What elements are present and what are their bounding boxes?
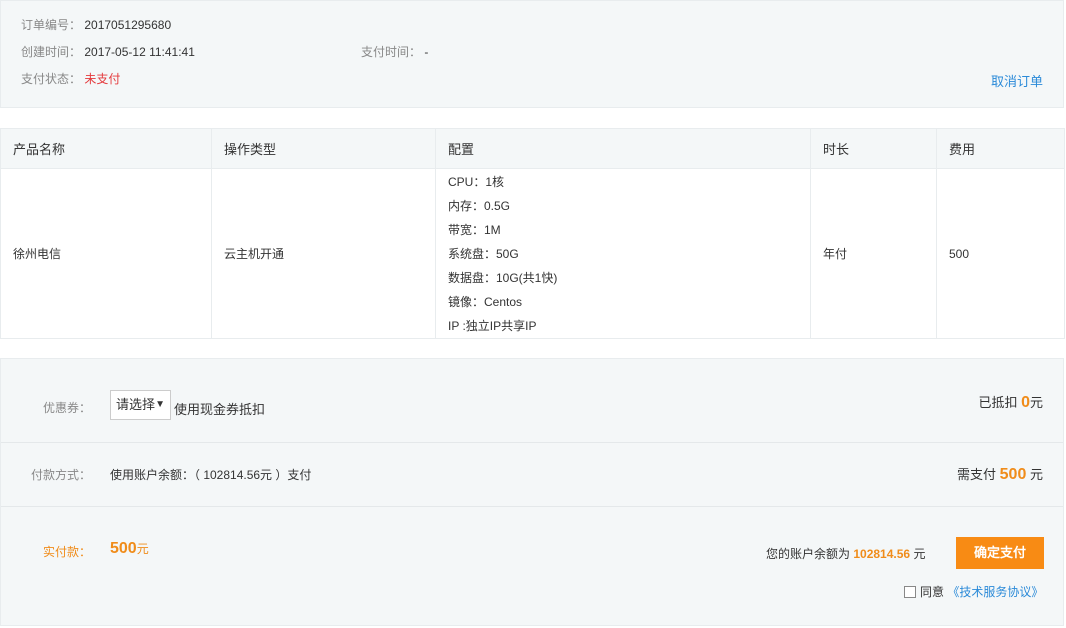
config-bandwidth: 带宽：1M — [448, 222, 501, 237]
col-header-operation: 操作类型 — [211, 128, 436, 169]
cell-operation: 云主机开通 — [211, 168, 436, 339]
payment-status-badge: 未支付 — [84, 72, 121, 86]
agree-label: 同意 — [920, 585, 945, 599]
col-header-product: 产品名称 — [0, 128, 212, 169]
cell-duration: 年付 — [810, 168, 937, 339]
deducted-value: 0 — [1021, 394, 1030, 411]
payment-method-text: 使用账户余额：（ 102814.56元 ）支付 — [110, 468, 312, 482]
coupon-select[interactable]: 请选择 ▼ — [110, 390, 171, 420]
cell-config: CPU：1核 内存：0.5G 带宽：1M 系统盘：50G 数据盘：10G(共1快… — [435, 168, 811, 339]
coupon-row: 优惠券： 请选择 ▼ 使用现金券抵扣 已抵扣 0元 — [1, 359, 1063, 443]
balance-label: 您的账户余额为 — [766, 547, 851, 561]
deducted-label: 已抵扣 — [978, 395, 1018, 410]
cell-product: 徐州电信 — [0, 168, 212, 339]
payment-status-row: 支付状态： 未支付 — [21, 71, 120, 87]
order-info-panel: 订单编号： 2017051295680 创建时间： 2017-05-12 11:… — [0, 0, 1064, 108]
order-number-label: 订单编号： — [21, 18, 82, 32]
cancel-order-link[interactable]: 取消订单 — [991, 71, 1043, 90]
actual-pay-unit: 元 — [136, 542, 149, 556]
actual-pay-row: 实付款： 500元 您的账户余额为 102814.56 元 确定支付 同意 《技… — [1, 507, 1063, 625]
account-balance: 您的账户余额为 102814.56 元 — [766, 545, 925, 562]
actual-pay-label: 实付款： — [43, 545, 92, 559]
col-header-config: 配置 — [435, 128, 811, 169]
created-time-value: 2017-05-12 11:41:41 — [84, 45, 195, 59]
created-time-label: 创建时间： — [21, 45, 82, 59]
need-pay-label: 需支付 — [957, 467, 997, 482]
order-number-row: 订单编号： 2017051295680 — [21, 17, 171, 33]
need-pay-amount: 需支付 500 元 — [957, 464, 1043, 484]
config-image: 镜像：Centos — [448, 294, 523, 309]
payment-method-row: 付款方式： 使用账户余额：（ 102814.56元 ）支付 需支付 500 元 — [1, 443, 1063, 507]
config-ip: IP :独立IP共享IP — [448, 318, 537, 333]
product-table: 产品名称 操作类型 配置 时长 费用 徐州电信 云主机开通 CPU：1核 内存：… — [0, 128, 1065, 339]
col-header-duration: 时长 — [810, 128, 937, 169]
config-data-disk: 数据盘：10G(共1快) — [448, 270, 558, 285]
table-row: 徐州电信 云主机开通 CPU：1核 内存：0.5G 带宽：1M 系统盘：50G … — [0, 168, 1065, 339]
caret-down-icon: ▼ — [155, 399, 165, 410]
created-time-row: 创建时间： 2017-05-12 11:41:41 — [21, 44, 195, 60]
need-pay-unit: 元 — [1029, 467, 1043, 482]
agree-checkbox[interactable] — [904, 586, 916, 598]
coupon-select-value: 请选择 — [116, 397, 156, 412]
actual-pay-amount: 500元 — [110, 540, 149, 558]
config-system-disk: 系统盘：50G — [448, 246, 519, 261]
deducted-unit: 元 — [1029, 395, 1043, 410]
coupon-label: 优惠券： — [43, 401, 92, 415]
actual-pay-value: 500 — [110, 540, 137, 557]
paid-time-value: - — [424, 45, 429, 59]
agreement-row: 同意 《技术服务协议》 — [904, 583, 1043, 600]
paid-time-label: 支付时间： — [361, 45, 422, 59]
balance-value: 102814.56 — [853, 547, 911, 561]
deducted-amount: 已抵扣 0元 — [978, 392, 1043, 412]
coupon-hint: 使用现金券抵扣 — [174, 402, 266, 417]
col-header-fee: 费用 — [936, 128, 1065, 169]
config-memory: 内存：0.5G — [448, 198, 511, 213]
balance-unit: 元 — [913, 547, 926, 561]
order-number-value: 2017051295680 — [84, 18, 172, 32]
config-cpu: CPU：1核 — [448, 174, 505, 189]
confirm-pay-button[interactable]: 确定支付 — [956, 537, 1044, 569]
payment-panel: 优惠券： 请选择 ▼ 使用现金券抵扣 已抵扣 0元 付款方式： 使用账户余额：（… — [0, 358, 1064, 626]
need-pay-value: 500 — [999, 466, 1027, 483]
cell-fee: 500 — [936, 168, 1065, 339]
payment-method-label: 付款方式： — [31, 468, 92, 482]
service-agreement-link[interactable]: 《技术服务协议》 — [947, 585, 1043, 599]
paid-time-row: 支付时间： - — [361, 44, 428, 60]
payment-status-label: 支付状态： — [21, 72, 82, 86]
table-header-row: 产品名称 操作类型 配置 时长 费用 — [0, 128, 1065, 169]
